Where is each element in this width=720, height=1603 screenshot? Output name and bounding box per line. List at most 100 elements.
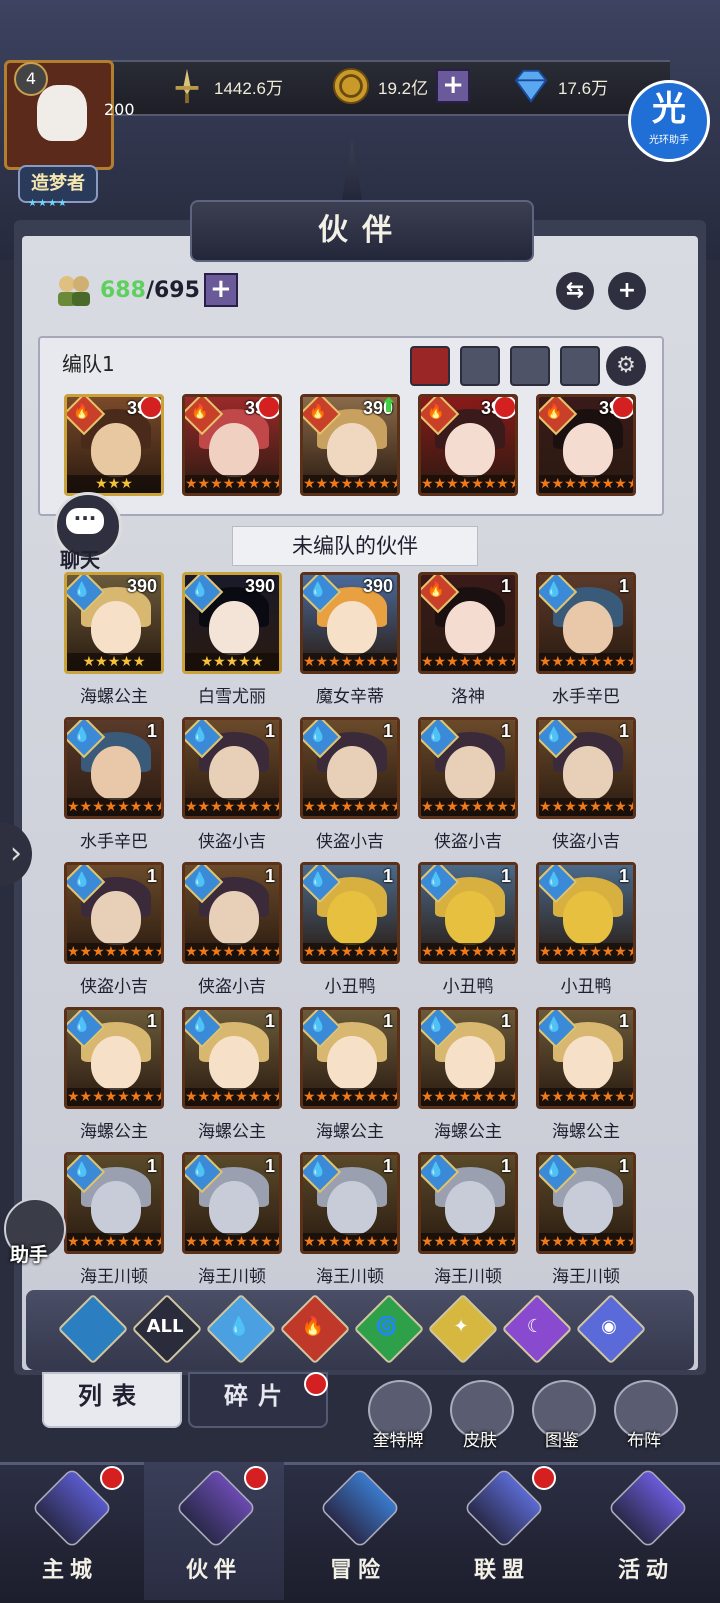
team-slot-2[interactable] xyxy=(460,346,500,386)
partner-card[interactable]: 💧 1 ★★★★★★★★ xyxy=(300,1007,400,1109)
partner-card[interactable]: 💧 1 ★★★★★★★★ xyxy=(182,1152,282,1254)
element-symbol-icon: 💧 xyxy=(309,727,327,743)
wind-filter-label: 🌀 xyxy=(375,1316,399,1337)
level-label: 1 xyxy=(264,866,275,886)
planet-filter-label: ◉ xyxy=(601,1316,617,1337)
partner-name: 海螺公主 xyxy=(434,1122,502,1142)
team-slot-1[interactable] xyxy=(410,346,450,386)
level-label: 390 xyxy=(126,576,157,596)
formation-label: 布阵 xyxy=(627,1431,661,1451)
team-slot-4[interactable] xyxy=(560,346,600,386)
element-symbol-icon: 🔥 xyxy=(545,404,563,420)
portrait-face xyxy=(91,891,141,945)
team-member-card[interactable]: 🔥390★★★★★★★★ xyxy=(182,394,282,496)
element-symbol-icon: 💧 xyxy=(545,1017,563,1033)
nav-events[interactable]: 活动 xyxy=(576,1462,716,1600)
partner-card[interactable]: 🔥 1 ★★★★★★★★ xyxy=(418,572,518,674)
element-symbol-icon: 🔥 xyxy=(427,582,445,598)
level-label: 1 xyxy=(146,1011,157,1031)
partner-name: 侠盗小吉 xyxy=(198,832,266,852)
element-symbol-icon: 💧 xyxy=(191,872,209,888)
partner-card[interactable]: 💧 1 ★★★★★★★★ xyxy=(300,862,400,964)
nav-adventure[interactable]: 冒险 xyxy=(288,1462,428,1600)
partner-card[interactable]: 💧 390 ★★★★★ xyxy=(64,572,164,674)
element-symbol-icon: 💧 xyxy=(73,872,91,888)
partner-name: 海王川顿 xyxy=(434,1267,502,1287)
portrait-face xyxy=(91,1181,141,1235)
star-rating: ★★★★★★★★ xyxy=(185,475,282,493)
halo-assistant-button[interactable]: 光 光环助手 xyxy=(628,80,710,162)
swap-button[interactable]: ⇆ xyxy=(556,272,594,310)
partner-name: 魔女辛蒂 xyxy=(316,687,384,707)
partner-card[interactable]: 💧 1 ★★★★★★★★ xyxy=(300,717,400,819)
element-symbol-icon: 💧 xyxy=(73,582,91,598)
partner-card[interactable]: 💧 1 ★★★★★★★★ xyxy=(182,862,282,964)
portrait-face xyxy=(91,601,141,655)
nav-main-city[interactable]: 主城 xyxy=(0,1462,140,1600)
partner-card[interactable]: 💧 1 ★★★★★★★★ xyxy=(64,862,164,964)
add-gold-button[interactable]: + xyxy=(436,69,471,103)
partner-card[interactable]: 💧 1 ★★★★★★★★ xyxy=(64,1152,164,1254)
notification-dot xyxy=(257,397,279,419)
portrait-face xyxy=(327,891,377,945)
partner-card[interactable]: 💧 1 ★★★★★★★★ xyxy=(536,572,636,674)
star-rating: ★★★★★★★★ xyxy=(303,798,400,816)
partner-card[interactable]: 💧 1 ★★★★★★★★ xyxy=(536,1007,636,1109)
team-member-card[interactable]: 🔥390★★★★★★★★ xyxy=(536,394,636,496)
partner-card[interactable]: 💧 1 ★★★★★★★★ xyxy=(418,717,518,819)
partners-icon xyxy=(58,276,90,306)
team-settings-gear-icon[interactable]: ⚙ xyxy=(606,346,646,386)
team-member-card[interactable]: 🔥390★★★★★★★★ xyxy=(418,394,518,496)
partner-card[interactable]: 💧 390 ★★★★★ xyxy=(182,572,282,674)
partner-card[interactable]: 💧 1 ★★★★★★★★ xyxy=(64,1007,164,1109)
partner-card[interactable]: 💧 1 ★★★★★★★★ xyxy=(418,862,518,964)
quest-cards-label: 奎特牌 xyxy=(372,1431,424,1451)
partner-name: 白雪尤丽 xyxy=(198,687,266,707)
team-member-card[interactable]: 🔥390★★★ xyxy=(64,394,164,496)
team-slot-3[interactable] xyxy=(510,346,550,386)
partner-card[interactable]: 💧 1 ★★★★★★★★ xyxy=(300,1152,400,1254)
level-label: 1 xyxy=(382,1156,393,1176)
partner-card[interactable]: 💧 390 ★★★★★★★★ xyxy=(300,572,400,674)
portrait-face xyxy=(91,746,141,800)
partner-card[interactable]: 💧 1 ★★★★★★★★ xyxy=(182,1007,282,1109)
level-label: 1 xyxy=(618,721,629,741)
partner-name: 海螺公主 xyxy=(316,1122,384,1142)
gold-resource: 19.2亿 + xyxy=(332,60,471,112)
team-member-card[interactable]: 🔥 390 ★★★★★★★★ ⬆ xyxy=(300,394,400,496)
nav-label: 冒险 xyxy=(329,1558,386,1583)
star-rating: ★★★★★★★★ xyxy=(539,475,636,493)
partner-card[interactable]: 💧 1 ★★★★★★★★ xyxy=(536,1152,636,1254)
star-rating: ★★★★★★★★ xyxy=(421,798,518,816)
nav-alliance[interactable]: 联盟 xyxy=(432,1462,572,1600)
level-label: 1 xyxy=(618,866,629,886)
player-title-stars: ★★★★ xyxy=(28,198,68,209)
partner-card[interactable]: 💧 1 ★★★★★★★★ xyxy=(536,862,636,964)
notification-dot xyxy=(611,397,633,419)
diamond-value: 17.6万 xyxy=(558,78,609,98)
partner-card[interactable]: 💧 1 ★★★★★★★★ xyxy=(64,717,164,819)
partner-name: 侠盗小吉 xyxy=(434,832,502,852)
light-filter-label: ✦ xyxy=(453,1316,469,1337)
add-button[interactable]: + xyxy=(608,272,646,310)
team-label: 编队1 xyxy=(62,352,115,376)
element-symbol-icon: 🔥 xyxy=(309,404,327,420)
element-symbol-icon: 💧 xyxy=(427,1017,445,1033)
tab-list[interactable]: 列表 xyxy=(42,1372,182,1428)
level-label: 1 xyxy=(146,721,157,741)
chat-label: 聊天 xyxy=(60,548,100,572)
partner-card[interactable]: 💧 1 ★★★★★★★★ xyxy=(182,717,282,819)
element-symbol-icon: 💧 xyxy=(427,872,445,888)
partner-card[interactable]: 💧 1 ★★★★★★★★ xyxy=(418,1007,518,1109)
fire-filter-label: 🔥 xyxy=(301,1316,325,1337)
diamond-icon xyxy=(514,69,548,103)
element-symbol-icon: 💧 xyxy=(309,582,327,598)
partner-card[interactable]: 💧 1 ★★★★★★★★ xyxy=(418,1152,518,1254)
star-rating: ★★★★★★★★ xyxy=(303,653,400,671)
partner-card[interactable]: 💧 1 ★★★★★★★★ xyxy=(536,717,636,819)
element-symbol-icon: 💧 xyxy=(545,727,563,743)
expand-capacity-button[interactable]: + xyxy=(203,273,238,307)
portrait-face xyxy=(445,891,495,945)
element-symbol-icon: 💧 xyxy=(309,872,327,888)
nav-partners[interactable]: 伙伴 xyxy=(144,1462,284,1600)
